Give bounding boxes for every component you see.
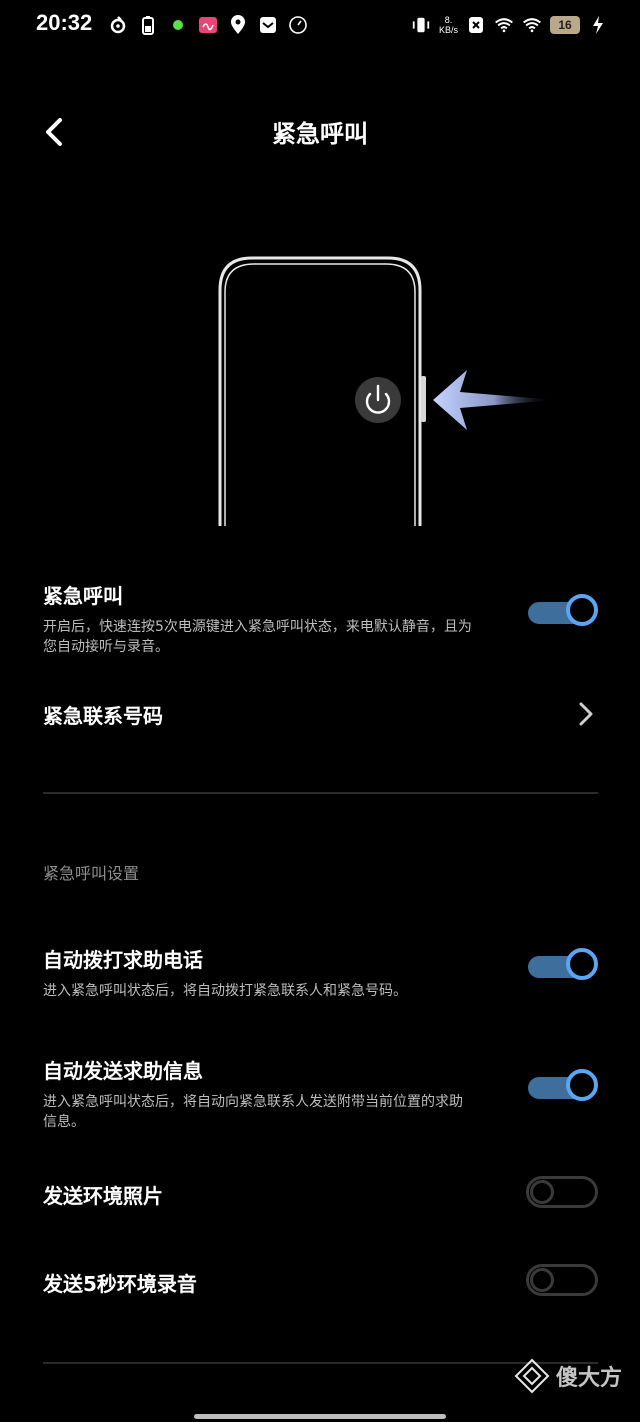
watermark-logo-icon [514,1358,550,1394]
header: 紧急呼叫 [0,100,640,164]
location-icon [228,15,248,35]
clock-icon [288,15,308,35]
battery-level: 16 [550,16,580,34]
status-time: 20:32 [36,10,93,35]
toggle-knob [530,1268,554,1292]
sync-icon [108,15,128,35]
page-title: 紧急呼叫 [272,120,368,148]
home-indicator[interactable] [194,1414,446,1419]
send-audio-title: 发送5秒环境录音 [43,1272,197,1296]
net-speed-value: 8. [444,15,453,25]
emergency-contacts-title: 紧急联系号码 [43,704,163,728]
divider [43,792,598,794]
no-sim-icon [466,15,486,35]
auto-dial-toggle[interactable] [526,948,598,984]
watermark: 傻大方 [514,1358,622,1394]
section-label-settings: 紧急呼叫设置 [43,864,140,883]
status-bar: 20:32 8. KB/s 16 [0,0,640,50]
power-button-illustration [200,250,580,530]
auto-message-description: 进入紧急呼叫状态后，将自动向紧急联系人发送附带当前位置的求助信息。 [43,1094,463,1130]
vibrate-icon [411,15,431,35]
auto-dial-row[interactable]: 自动拨打求助电话 进入紧急呼叫状态后，将自动拨打紧急联系人和紧急号码。 [43,944,598,1004]
emergency-call-title: 紧急呼叫 [43,584,123,608]
net-speed: 8. KB/s [439,15,458,35]
status-left-icons [108,14,308,36]
emergency-call-row[interactable]: 紧急呼叫 开启后，快速连按5次电源键进入紧急呼叫状态，来电默认静音，且为您自动接… [43,580,598,660]
toggle-knob [566,1069,598,1101]
auto-message-toggle[interactable] [526,1069,598,1105]
emergency-call-toggle[interactable] [526,594,598,630]
send-audio-toggle[interactable] [526,1262,598,1298]
send-audio-row[interactable]: 发送5秒环境录音 [43,1264,598,1304]
emergency-contacts-row[interactable]: 紧急联系号码 [43,700,598,734]
watermark-text: 傻大方 [555,1366,622,1391]
toggle-knob [530,1180,554,1204]
wifi-icon-secondary [494,15,514,35]
toggle-knob [566,594,598,626]
charging-icon [588,15,608,35]
emergency-call-description: 开启后，快速连按5次电源键进入紧急呼叫状态，来电默认静音，且为您自动接听与录音。 [43,619,472,655]
auto-dial-title: 自动拨打求助电话 [43,948,203,972]
send-photos-title: 发送环境照片 [43,1184,163,1208]
send-photos-row[interactable]: 发送环境照片 [43,1176,598,1216]
auto-message-row[interactable]: 自动发送求助信息 进入紧急呼叫状态后，将自动向紧急联系人发送附带当前位置的求助信… [43,1055,598,1135]
chevron-right-icon [579,702,593,726]
app-notification-icon [198,15,218,35]
green-dot-icon [168,15,188,35]
battery-saver-icon [138,15,158,35]
status-right-icons: 8. KB/s 16 [411,12,608,38]
auto-message-title: 自动发送求助信息 [43,1059,203,1083]
auto-dial-description: 进入紧急呼叫状态后，将自动拨打紧急联系人和紧急号码。 [43,983,407,999]
send-photos-toggle[interactable] [526,1174,598,1210]
toggle-knob [566,948,598,980]
net-speed-unit: KB/s [438,25,458,35]
mail-icon [258,15,278,35]
wifi-icon [522,15,542,35]
